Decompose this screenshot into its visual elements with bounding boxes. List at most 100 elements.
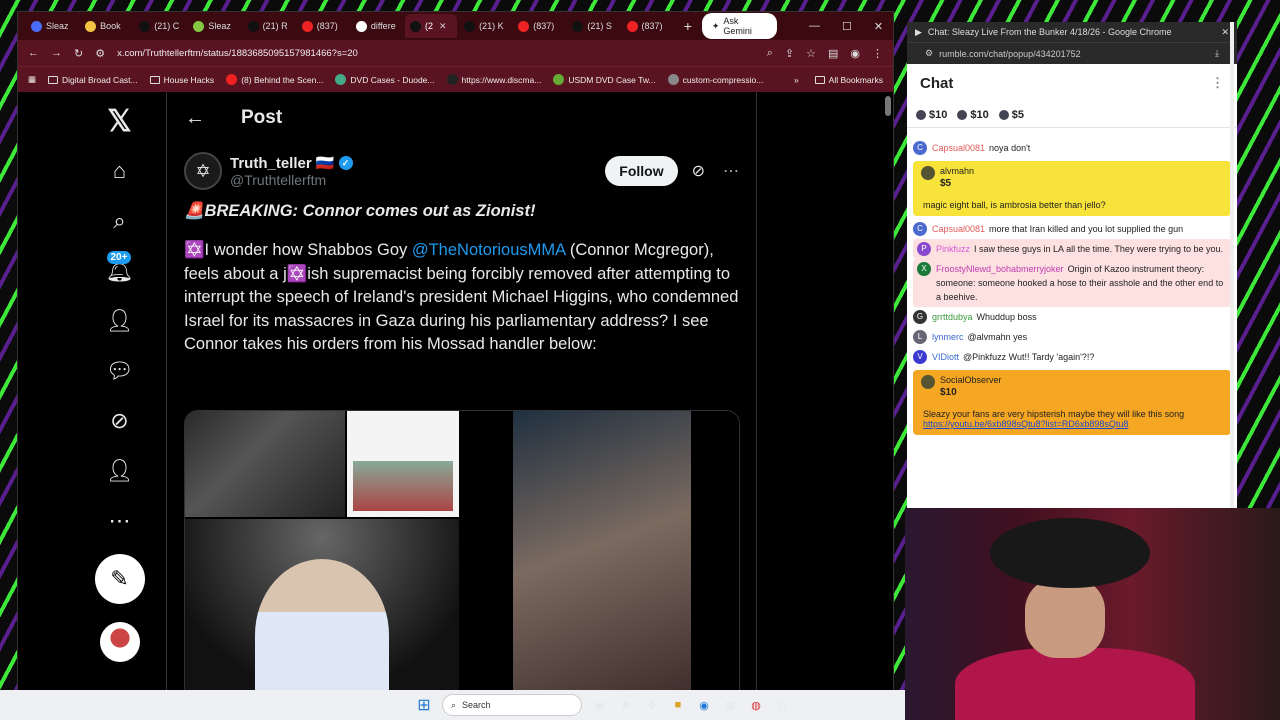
profile-icon[interactable]: ◉ xyxy=(850,47,860,60)
media-video-still[interactable] xyxy=(513,411,691,690)
menu-icon[interactable]: ⋮ xyxy=(872,47,883,60)
browser-tab[interactable]: Sleaz xyxy=(188,14,240,38)
browser-tab[interactable]: (837) xyxy=(513,14,565,38)
rant-username[interactable]: SocialObserver xyxy=(940,375,1002,385)
bookmark-item[interactable]: Digital Broad Cast... xyxy=(48,75,138,85)
download-icon[interactable]: ⤓ xyxy=(1215,48,1219,59)
rant-link[interactable]: https://youtu.be/6xb898sQtu8?list=RD6xb8… xyxy=(923,419,1128,429)
author-avatar[interactable]: ✡ xyxy=(184,152,222,190)
chat-header: Chat ⋮ xyxy=(920,74,1224,92)
chat-text: @Pinkfuzz Wut!! Tardy 'again'?!? xyxy=(963,352,1095,362)
more-icon[interactable]: ⋯ xyxy=(95,496,145,546)
sidepanel-icon[interactable]: ▤ xyxy=(828,47,838,60)
browser-tab[interactable]: (21) S xyxy=(567,14,619,38)
bookmark-item[interactable]: (8) Behind the Scen... xyxy=(226,74,323,85)
x-icon xyxy=(464,20,476,32)
forward-icon[interactable]: → xyxy=(51,47,62,59)
chat-username[interactable]: Pinkfuzz xyxy=(936,244,970,254)
chat-username[interactable]: lynmerc xyxy=(932,332,964,342)
bookmark-item[interactable]: USDM DVD Case Tw... xyxy=(553,74,656,85)
bookmark-star-icon[interactable]: ☆ xyxy=(806,47,816,60)
zoom-icon[interactable]: ⌕ xyxy=(767,47,773,60)
bookmark-item[interactable]: custom-compressio... xyxy=(667,74,763,85)
pinned-rants: $10 $10 $5 xyxy=(907,102,1237,128)
chat-username[interactable]: Capsual0081 xyxy=(932,224,985,234)
pinned-rant[interactable]: $5 xyxy=(998,109,1024,121)
pinned-rant[interactable]: $10 xyxy=(916,109,947,121)
all-bookmarks[interactable]: All Bookmarks xyxy=(814,75,883,85)
more-bookmarks-icon[interactable]: » xyxy=(794,75,799,85)
site-info-icon[interactable]: ⚙ xyxy=(95,47,105,60)
user-avatar xyxy=(998,109,1009,120)
taskbar-search[interactable]: ⌕ Search xyxy=(442,694,582,716)
ask-gemini-button[interactable]: ✦ Ask Gemini xyxy=(701,13,777,39)
chat-scrollbar[interactable] xyxy=(1230,22,1234,510)
follow-button[interactable]: Follow xyxy=(605,156,678,186)
search-icon[interactable]: ⌕ xyxy=(95,196,145,246)
apps-icon[interactable]: ▦ xyxy=(28,74,36,85)
bookmark-item[interactable]: https://www.discma... xyxy=(446,74,541,85)
new-tab-button[interactable]: + xyxy=(676,18,700,34)
back-arrow-icon[interactable]: ← xyxy=(185,107,205,130)
task-view-icon[interactable]: ▣ xyxy=(592,697,608,713)
streamer-face xyxy=(1025,578,1105,658)
chat-username[interactable]: VIDiott xyxy=(932,352,959,362)
browser-tab[interactable]: Sleaz xyxy=(26,14,78,38)
media-screenshot[interactable] xyxy=(347,411,459,517)
pinned-rant[interactable]: $10 xyxy=(957,109,989,121)
chat-options-icon[interactable]: ⋮ xyxy=(1211,75,1224,91)
chrome-icon[interactable]: ◍ xyxy=(748,697,764,713)
rant-username[interactable]: alvmahn xyxy=(940,166,974,176)
x-logo-icon[interactable]: 𝕏 xyxy=(95,96,145,146)
widgets-icon[interactable]: ❖ xyxy=(644,697,660,713)
mention-link[interactable]: @TheNotoriousMMA xyxy=(412,241,565,259)
grok-icon[interactable]: ⊘ xyxy=(692,161,705,181)
back-icon[interactable]: ← xyxy=(28,47,39,59)
tab-close-icon[interactable]: ✕ xyxy=(439,21,447,32)
chat-username[interactable]: grrttdubya xyxy=(932,312,973,322)
messages-icon[interactable]: 💬︎ xyxy=(95,346,145,396)
app-icon[interactable]: ▤ xyxy=(774,697,790,713)
x-app: 𝕏 ⌂ ⌕ 🔔︎ 20+ 👤︎ 💬︎ ⊘ 👤︎ ⋯ ✎ ← Post ✡ Trut… xyxy=(18,92,893,690)
chat-messages: C Capsual0081 noya don't alvmahn $5 magic eig… xyxy=(907,138,1237,510)
copilot-icon[interactable]: ✺ xyxy=(618,697,634,713)
more-options-icon[interactable]: ⋯ xyxy=(723,161,739,181)
chat-username[interactable]: FroostyNlewd_bohabmerryjoker xyxy=(936,264,1064,274)
browser-tab[interactable]: (837) xyxy=(297,14,349,38)
browser-tab[interactable]: (21) K xyxy=(459,14,511,38)
account-avatar[interactable] xyxy=(99,622,140,662)
windows-start-icon[interactable]: ⊞ xyxy=(416,697,432,714)
file-explorer-icon[interactable]: ■ xyxy=(670,697,686,713)
edge-icon[interactable]: ◉ xyxy=(696,697,712,713)
browser-tab[interactable]: Book xyxy=(80,14,132,38)
media-portrait[interactable] xyxy=(185,519,459,690)
close-icon[interactable]: ✕ xyxy=(874,20,883,33)
store-icon[interactable]: ▦ xyxy=(722,697,738,713)
url-field[interactable]: x.com/Truthtellerftm/status/188368509515… xyxy=(117,43,755,63)
author-handle[interactable]: @Truthtellerftm xyxy=(230,172,353,188)
browser-tab[interactable]: (21) C xyxy=(134,14,186,38)
bookmark-item[interactable]: DVD Cases - Duode... xyxy=(335,74,435,85)
browser-tab[interactable]: (21) R xyxy=(243,14,295,38)
browser-tab[interactable]: differe xyxy=(351,14,403,38)
maximize-icon[interactable]: ☐ xyxy=(842,20,852,33)
close-icon[interactable]: ✕ xyxy=(1221,27,1229,38)
profile-icon[interactable]: 👤︎ xyxy=(95,446,145,496)
follow-icon[interactable]: 👤︎ xyxy=(95,296,145,346)
grok-icon[interactable]: ⊘ xyxy=(95,396,145,446)
browser-tab[interactable]: (2 ✕ xyxy=(404,14,458,38)
media-photo-group[interactable] xyxy=(185,411,345,517)
page-scrollbar[interactable] xyxy=(885,96,891,116)
author-name[interactable]: Truth_teller 🇷🇺 ✓ xyxy=(230,154,353,172)
bookmark-item[interactable]: House Hacks xyxy=(149,75,214,85)
browser-tab[interactable]: (837) xyxy=(622,14,674,38)
notifications-icon[interactable]: 🔔︎ 20+ xyxy=(95,246,145,296)
home-icon[interactable]: ⌂ xyxy=(95,146,145,196)
share-icon[interactable]: ⇪ xyxy=(785,47,794,60)
post-media-grid[interactable] xyxy=(184,410,740,690)
compose-post-button[interactable]: ✎ xyxy=(94,554,145,604)
reload-icon[interactable]: ↻ xyxy=(74,47,83,60)
minimize-icon[interactable]: — xyxy=(809,20,820,33)
chat-username[interactable]: Capsual0081 xyxy=(932,143,985,153)
x-icon xyxy=(409,20,421,32)
